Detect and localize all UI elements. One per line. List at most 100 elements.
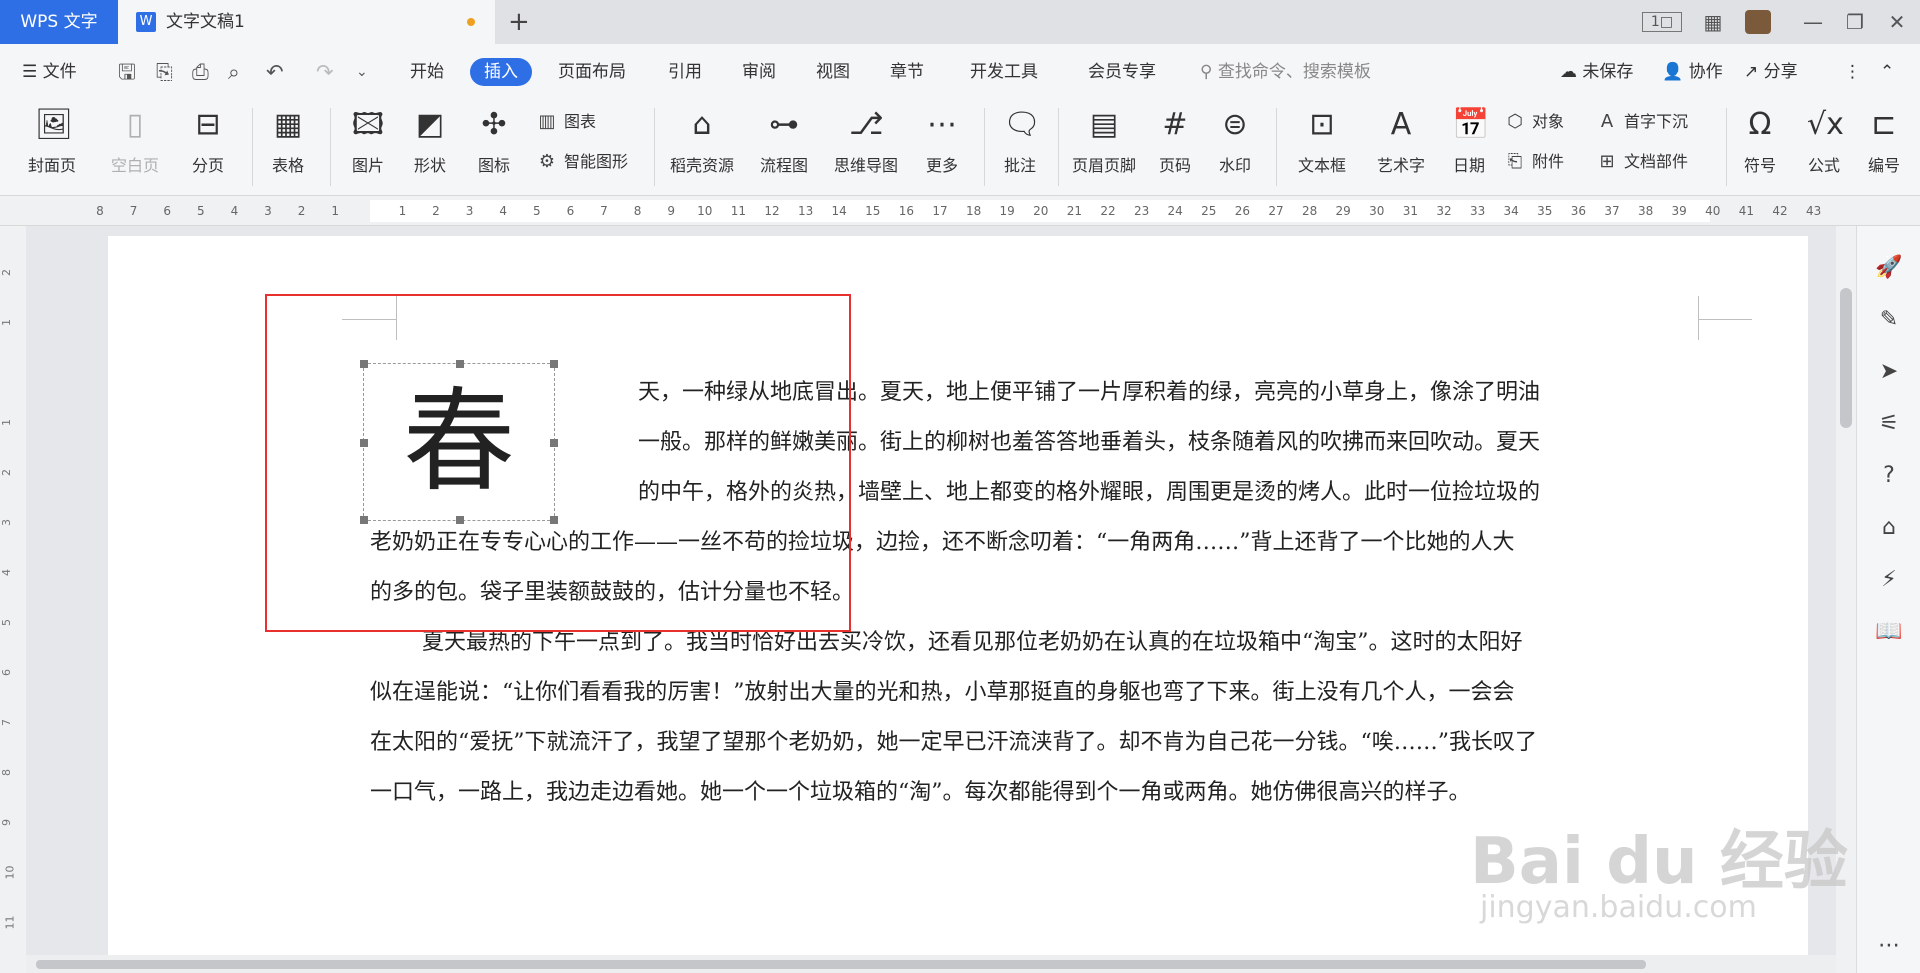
horizontal-scrollbar[interactable]	[26, 955, 1836, 973]
minimize-icon[interactable]: —	[1798, 8, 1828, 36]
cover-page-button[interactable]: 🖼 封面页	[16, 108, 88, 176]
collapse-ribbon-icon[interactable]: ⌃	[1880, 58, 1894, 86]
page-number-button[interactable]: # 页码	[1150, 108, 1200, 176]
comment-label: 批注	[1003, 156, 1036, 175]
book-icon[interactable]: 📖	[1873, 616, 1905, 648]
icon-library-button[interactable]: ✣ 图标	[468, 108, 520, 176]
more-icon: ⋯	[927, 107, 957, 142]
print-icon[interactable]: ⎙	[192, 58, 209, 86]
chart-button[interactable]: ▥ 图表	[536, 110, 596, 134]
object-button[interactable]: ⬡ 对象	[1504, 110, 1564, 134]
collab-button[interactable]: 👤 协作	[1662, 58, 1723, 86]
comment-button[interactable]: 🗨 批注	[994, 108, 1046, 176]
ruler-tick-label: 8	[96, 204, 104, 218]
header-footer-button[interactable]: ▤ 页眉页脚	[1064, 108, 1144, 176]
doc-parts-button[interactable]: ⊞ 文档部件	[1596, 150, 1688, 174]
ruler-tick-label: 17	[932, 204, 948, 218]
app-home-tab[interactable]: WPS 文字	[0, 0, 118, 44]
page-break-icon: ⊟	[195, 107, 221, 142]
lightning-icon[interactable]: ⚡	[1873, 564, 1905, 596]
command-search[interactable]: ⚲ 查找命令、搜索模板	[1200, 58, 1371, 86]
export-pdf-icon[interactable]: ⎘	[156, 58, 173, 86]
date-button[interactable]: 📅 日期	[1446, 108, 1492, 176]
horizontal-ruler[interactable]: 8 7 6 5 4 3 2 1 1 2 3 4 5 6 7 8 9 10 11 12 13 14 15 16 17 18 19 20 2…	[0, 196, 1920, 226]
page-break-button[interactable]: ⊟ 分页	[180, 108, 236, 176]
docer-resources-button[interactable]: ⌂ 稻壳资源	[664, 108, 740, 176]
object-icon: ⬡	[1507, 111, 1523, 132]
calendar-icon: 📅	[1452, 107, 1490, 142]
more-icon[interactable]: ⋯	[1873, 930, 1905, 962]
sliders-icon[interactable]: ⚟	[1873, 408, 1905, 440]
unsaved-dot-icon	[467, 18, 475, 26]
scrollbar-thumb[interactable]	[36, 960, 1646, 969]
more-button[interactable]: ⋯ 更多	[914, 108, 970, 176]
avatar[interactable]	[1745, 10, 1771, 34]
quick-access-dropdown-icon[interactable]: ⌄	[356, 58, 368, 86]
close-icon[interactable]: ✕	[1882, 8, 1912, 36]
vertical-ruler[interactable]: 2 1 1 2 3 4 5 6 7 8 9 10 11	[0, 226, 26, 973]
wps-writer-window: WPS 文字 W 文字文稿1 + 1□ ▦ — ❐ ✕ ☰ 文件 🖫 ⎘ ⎙ ⌕…	[0, 0, 1920, 973]
file-menu[interactable]: ☰ 文件	[22, 58, 77, 86]
rocket-icon[interactable]: 🚀	[1873, 252, 1905, 284]
tab-view[interactable]: 视图	[816, 58, 850, 86]
print-preview-icon[interactable]: ⌕	[228, 58, 240, 86]
textbox-button[interactable]: ⊡ 文本框	[1286, 108, 1358, 176]
wordart-button[interactable]: A 艺术字	[1366, 108, 1436, 176]
share-button[interactable]: ↗ 分享	[1744, 58, 1798, 86]
formula-button[interactable]: √x 公式	[1798, 108, 1850, 176]
vertical-ruler-tick-label: 7	[0, 719, 13, 726]
ruler-tick-label: 1	[331, 204, 340, 218]
numbering-button[interactable]: ⊏ 编号	[1864, 108, 1904, 176]
scrollbar-thumb[interactable]	[1840, 288, 1852, 428]
flowchart-button[interactable]: ⊶ 流程图	[752, 108, 816, 176]
watermark-button[interactable]: ⊜ 水印	[1210, 108, 1260, 176]
collab-label: 协作	[1688, 62, 1723, 82]
blank-page-button[interactable]: ▯ 空白页	[98, 108, 172, 176]
symbol-button[interactable]: Ω 符号	[1734, 108, 1786, 176]
help-icon[interactable]: ?	[1873, 460, 1905, 492]
tab-page-layout[interactable]: 页面布局	[558, 58, 626, 86]
tab-references[interactable]: 引用	[668, 58, 702, 86]
shape-button[interactable]: ◩ 形状	[404, 108, 456, 176]
table-button[interactable]: ▦ 表格	[262, 108, 314, 176]
tab-member[interactable]: 会员专享	[1088, 58, 1156, 86]
picture-button[interactable]: 🖾 图片	[342, 108, 394, 176]
redo-icon[interactable]: ↷	[316, 58, 334, 86]
attachment-button[interactable]: ⎗ 附件	[1504, 150, 1564, 174]
tab-start[interactable]: 开始	[410, 58, 444, 86]
file-menu-label: 文件	[42, 62, 77, 82]
smart-art-button[interactable]: ⚙ 智能图形	[536, 150, 628, 174]
cursor-icon[interactable]: ➤	[1873, 356, 1905, 388]
tab-review[interactable]: 审阅	[742, 58, 776, 86]
restore-icon[interactable]: ❐	[1840, 8, 1870, 36]
ruler-tick-label: 10	[697, 204, 713, 218]
save-icon[interactable]: 🖫	[118, 58, 136, 86]
unsaved-button[interactable]: ☁ 未保存	[1560, 58, 1633, 86]
tab-chapter[interactable]: 章节	[890, 58, 924, 86]
paragraph-2[interactable]: 夏天最热的下午一点到了。我当时恰好出去买冷饮，还看见那位老奶奶在认真的在垃圾箱中…	[370, 618, 1698, 818]
numbering-label: 编号	[1867, 156, 1900, 175]
undo-icon[interactable]: ↶	[266, 58, 284, 86]
page-view-icon[interactable]: 1□	[1642, 12, 1682, 32]
icon-library-icon: ✣	[481, 107, 507, 142]
more-options-icon[interactable]: ⋮	[1844, 58, 1861, 86]
numbering-icon: ⊏	[1871, 108, 1897, 142]
tab-insert[interactable]: 插入	[470, 58, 532, 86]
ruler-tick-label: 23	[1133, 204, 1150, 218]
mindmap-button[interactable]: ⎇ 思维导图	[826, 108, 906, 176]
ruler-tick-label: 3	[264, 204, 272, 218]
drop-cap-button[interactable]: A 首字下沉	[1596, 110, 1688, 134]
flowchart-label: 流程图	[759, 156, 808, 175]
ruler-tick-label: 39	[1671, 204, 1687, 218]
ruler-tick-label: 33	[1469, 204, 1486, 218]
document-tab[interactable]: W 文字文稿1	[118, 0, 495, 44]
chart-label: 图表	[564, 112, 597, 131]
drop-cap-icon: A	[1600, 111, 1614, 132]
pen-icon[interactable]: ✎	[1873, 304, 1905, 336]
store-icon[interactable]: ⌂	[1873, 512, 1905, 544]
grid-apps-icon[interactable]: ▦	[1698, 8, 1728, 36]
picture-icon: 🖾	[351, 107, 385, 142]
new-tab-button[interactable]: +	[508, 6, 530, 38]
textbox-label: 文本框	[1297, 156, 1346, 175]
tab-developer[interactable]: 开发工具	[970, 58, 1038, 86]
